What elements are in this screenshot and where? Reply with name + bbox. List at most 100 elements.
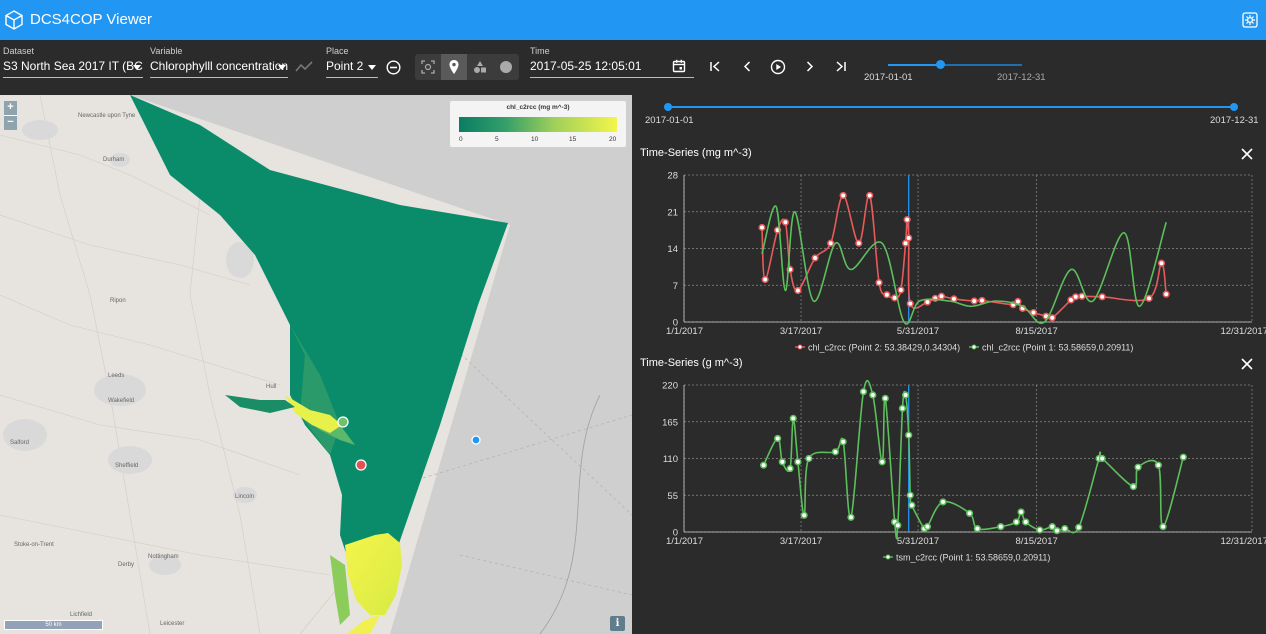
data-point[interactable] xyxy=(1017,508,1025,516)
data-point[interactable] xyxy=(897,286,905,294)
data-point[interactable] xyxy=(1048,314,1056,322)
data-point[interactable] xyxy=(997,523,1005,531)
data-point[interactable] xyxy=(794,458,802,466)
data-point[interactable] xyxy=(781,218,790,226)
data-point[interactable] xyxy=(758,223,766,232)
data-point[interactable] xyxy=(1075,523,1083,531)
data-point[interactable] xyxy=(1072,293,1080,301)
close-icon[interactable] xyxy=(1240,147,1254,161)
range-slider-track[interactable] xyxy=(668,106,1235,108)
first-step-icon[interactable] xyxy=(709,60,722,73)
data-point[interactable] xyxy=(855,239,863,247)
data-point[interactable] xyxy=(759,461,768,469)
data-point[interactable] xyxy=(906,491,914,499)
data-point[interactable] xyxy=(1145,294,1153,302)
dataset-select[interactable]: S3 North Sea 2017 IT (BC) xyxy=(3,56,143,78)
play-icon[interactable] xyxy=(770,59,786,75)
calendar-icon[interactable] xyxy=(672,59,686,73)
data-point[interactable] xyxy=(1061,525,1069,533)
legend-item[interactable]: tsm_c2rcc (Point 1: 53.58659,0.20911) xyxy=(883,553,1050,563)
variable-select[interactable]: Chlorophylll concentration xyxy=(150,56,288,78)
map-marker-icon[interactable] xyxy=(441,54,467,80)
data-point[interactable] xyxy=(970,297,978,305)
data-point[interactable] xyxy=(866,191,874,200)
place-marker-point-2[interactable] xyxy=(355,459,367,471)
data-point[interactable] xyxy=(869,391,877,399)
data-point[interactable] xyxy=(1179,453,1187,461)
data-point[interactable] xyxy=(939,498,947,506)
next-step-icon[interactable] xyxy=(803,60,816,73)
data-point[interactable] xyxy=(761,275,769,284)
zoom-out-button[interactable]: − xyxy=(4,116,17,130)
place-marker-point-1[interactable] xyxy=(337,416,349,428)
data-point[interactable] xyxy=(906,300,914,308)
circle-tool-icon[interactable] xyxy=(493,54,519,80)
data-point[interactable] xyxy=(1157,259,1166,267)
legend-item[interactable]: chl_c2rcc (Point 2: 53.38429,0.34304) xyxy=(795,343,960,353)
data-point[interactable] xyxy=(878,458,886,466)
data-point[interactable] xyxy=(774,434,782,443)
data-point[interactable] xyxy=(839,438,847,446)
data-point[interactable] xyxy=(881,394,889,402)
data-point[interactable] xyxy=(786,464,794,473)
data-point[interactable] xyxy=(847,513,855,521)
chart-2[interactable]: 0551101652201/1/2017 3/17/2017 5/31/2017 8/… xyxy=(632,375,1266,575)
data-point[interactable] xyxy=(1129,482,1138,491)
settings-gear-icon[interactable] xyxy=(1242,12,1258,28)
data-point[interactable] xyxy=(965,509,974,517)
data-point[interactable] xyxy=(778,458,786,466)
close-icon[interactable] xyxy=(1240,357,1254,371)
range-slider-end-thumb[interactable] xyxy=(1230,103,1238,111)
data-point[interactable] xyxy=(1053,527,1061,535)
time-input[interactable]: 2017-05-25 12:05:01 xyxy=(530,56,694,78)
data-point[interactable] xyxy=(883,291,891,299)
range-slider-start-thumb[interactable] xyxy=(664,103,672,111)
remove-place-icon[interactable] xyxy=(386,60,401,75)
info-button[interactable]: i xyxy=(610,616,625,631)
last-step-icon[interactable] xyxy=(834,60,847,73)
data-point[interactable] xyxy=(831,448,839,456)
chart-1[interactable]: 071421281/1/2017 3/17/2017 5/31/2017 8/15/2… xyxy=(632,165,1266,365)
data-point[interactable] xyxy=(973,525,981,533)
legend-item[interactable]: chl_c2rcc (Point 1: 53.58659,0.20911) xyxy=(969,343,1133,353)
data-point[interactable] xyxy=(978,296,986,305)
data-point[interactable] xyxy=(1098,454,1106,463)
data-point[interactable] xyxy=(905,234,913,242)
data-point[interactable] xyxy=(811,254,819,262)
data-point[interactable] xyxy=(1098,293,1106,301)
data-point[interactable] xyxy=(903,216,911,224)
select-tool-icon[interactable] xyxy=(415,54,441,80)
data-point[interactable] xyxy=(1159,523,1167,531)
data-point[interactable] xyxy=(839,191,847,200)
data-point[interactable] xyxy=(1012,518,1020,526)
data-point[interactable] xyxy=(800,511,808,519)
data-point[interactable] xyxy=(794,286,802,295)
data-point[interactable] xyxy=(827,239,835,247)
map-canvas[interactable]: Newcastle upon Tyne Durham Ripon Leeds W… xyxy=(0,95,632,634)
data-point[interactable] xyxy=(1154,461,1162,469)
timeseries-chart-icon[interactable] xyxy=(295,61,313,73)
map-view[interactable]: Newcastle upon Tyne Durham Ripon Leeds W… xyxy=(0,95,632,634)
data-point[interactable] xyxy=(875,279,883,287)
data-point[interactable] xyxy=(1036,526,1044,534)
previous-step-icon[interactable] xyxy=(741,60,754,73)
zoom-in-button[interactable]: + xyxy=(4,101,17,115)
data-point[interactable] xyxy=(905,431,913,439)
place-select[interactable]: Point 2 xyxy=(326,56,378,78)
data-point[interactable] xyxy=(1134,463,1142,471)
time-slider-thumb[interactable] xyxy=(936,60,945,69)
data-point[interactable] xyxy=(937,292,946,300)
place-marker-blue[interactable] xyxy=(471,435,481,445)
data-point[interactable] xyxy=(908,501,916,509)
data-point[interactable] xyxy=(1162,290,1170,298)
data-point[interactable] xyxy=(898,404,907,412)
data-point[interactable] xyxy=(859,388,868,396)
data-point[interactable] xyxy=(1078,292,1086,300)
data-point[interactable] xyxy=(923,523,932,531)
data-point[interactable] xyxy=(789,414,797,423)
data-point[interactable] xyxy=(805,454,813,463)
data-point[interactable] xyxy=(1022,518,1030,526)
shapes-tool-icon[interactable] xyxy=(467,54,493,80)
data-point[interactable] xyxy=(901,391,910,399)
data-point[interactable] xyxy=(894,521,902,529)
